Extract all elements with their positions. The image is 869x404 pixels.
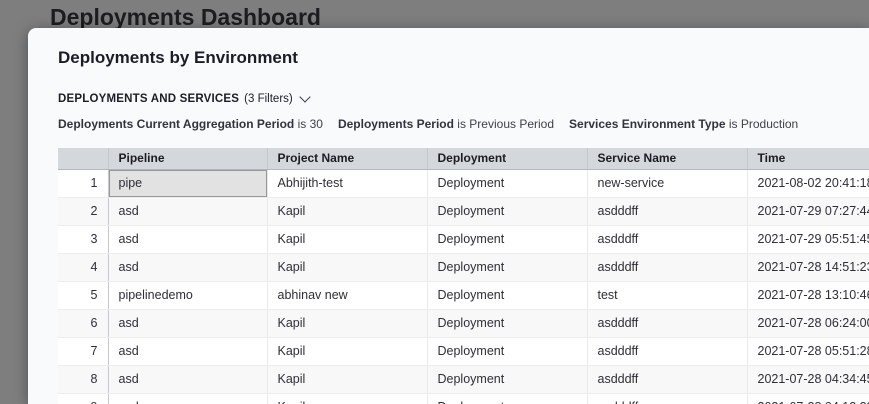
column-header-service-name[interactable]: Service Name (587, 148, 747, 169)
cell-time[interactable]: 2021-07-28 14:51:23 (747, 253, 869, 281)
cell-project[interactable]: Kapil (267, 197, 427, 225)
cell-deployment[interactable]: Deployment (427, 253, 587, 281)
cell-time[interactable]: 2021-07-28 05:51:28 (747, 337, 869, 365)
column-header-deployment[interactable]: Deployment (427, 148, 587, 169)
row-number: 9 (58, 393, 108, 404)
filter-label: Deployments Period (338, 117, 454, 131)
cell-deployment[interactable]: Deployment (427, 309, 587, 337)
background-page-title: Deployments Dashboard (50, 4, 321, 31)
cell-deployment[interactable]: Deployment (427, 365, 587, 393)
table-row: 1pipeAbhijith-testDeploymentnew-service2… (58, 169, 869, 197)
cell-time[interactable]: 2021-07-28 04:12:33 (747, 393, 869, 404)
cell-service[interactable]: asdddff (587, 253, 747, 281)
cell-deployment[interactable]: Deployment (427, 225, 587, 253)
deployments-modal: Deployments by Environment DEPLOYMENTS A… (28, 28, 869, 404)
row-number: 7 (58, 337, 108, 365)
deployments-table-container: Pipeline Project Name Deployment Service… (58, 148, 869, 404)
cell-pipeline[interactable]: pipe (108, 169, 267, 197)
cell-project[interactable]: Abhijith-test (267, 169, 427, 197)
filter-value: is 30 (294, 117, 323, 131)
cell-project[interactable]: Kapil (267, 393, 427, 404)
screen: { "backdrop": { "title": "Deployments Da… (0, 0, 869, 404)
filter-aggregation-period: Deployments Current Aggregation Period i… (58, 117, 323, 131)
table-row: 6asdKapilDeploymentasdddff2021-07-28 06:… (58, 309, 869, 337)
filter-value: is Previous Period (454, 117, 554, 131)
row-number: 6 (58, 309, 108, 337)
table-row: 8asdKapilDeploymentasdddff2021-07-28 04:… (58, 365, 869, 393)
table-body: 1pipeAbhijith-testDeploymentnew-service2… (58, 169, 869, 404)
cell-pipeline[interactable]: asd (108, 253, 267, 281)
cell-deployment[interactable]: Deployment (427, 337, 587, 365)
modal-title: Deployments by Environment (58, 48, 869, 68)
cell-service[interactable]: asdddff (587, 309, 747, 337)
cell-time[interactable]: 2021-08-02 20:41:18 (747, 169, 869, 197)
cell-deployment[interactable]: Deployment (427, 393, 587, 404)
active-filters: Deployments Current Aggregation Period i… (58, 117, 869, 131)
cell-pipeline[interactable]: asd (108, 337, 267, 365)
table-row: 7asdKapilDeploymentasdddff2021-07-28 05:… (58, 337, 869, 365)
row-number-header (58, 148, 108, 169)
table-header-row: Pipeline Project Name Deployment Service… (58, 148, 869, 169)
row-number: 4 (58, 253, 108, 281)
cell-time[interactable]: 2021-07-28 04:34:45 (747, 365, 869, 393)
filter-value: is Production (726, 117, 799, 131)
filter-label: Services Environment Type (569, 117, 726, 131)
cell-project[interactable]: Kapil (267, 309, 427, 337)
cell-time[interactable]: 2021-07-29 07:27:44 (747, 197, 869, 225)
cell-project[interactable]: Kapil (267, 337, 427, 365)
cell-pipeline[interactable]: asd (108, 393, 267, 404)
column-header-time[interactable]: Time (747, 148, 869, 169)
cell-deployment[interactable]: Deployment (427, 197, 587, 225)
cell-pipeline[interactable]: asd (108, 309, 267, 337)
cell-pipeline[interactable]: asd (108, 225, 267, 253)
deployments-table: Pipeline Project Name Deployment Service… (58, 148, 869, 404)
row-number: 8 (58, 365, 108, 393)
cell-service[interactable]: new-service (587, 169, 747, 197)
cell-pipeline[interactable]: pipelinedemo (108, 281, 267, 309)
cell-service[interactable]: test (587, 281, 747, 309)
table-row: 4asdKapilDeploymentasdddff2021-07-28 14:… (58, 253, 869, 281)
cell-pipeline[interactable]: asd (108, 197, 267, 225)
column-header-pipeline[interactable]: Pipeline (108, 148, 267, 169)
cell-time[interactable]: 2021-07-28 06:24:00 (747, 309, 869, 337)
filters-count: (3 Filters) (244, 93, 293, 105)
cell-project[interactable]: Kapil (267, 225, 427, 253)
cell-time[interactable]: 2021-07-29 05:51:45 (747, 225, 869, 253)
filter-label: Deployments Current Aggregation Period (58, 117, 294, 131)
row-number: 5 (58, 281, 108, 309)
table-row: 9asdKapilDeploymentasdddff2021-07-28 04:… (58, 393, 869, 404)
cell-project[interactable]: abhinav new (267, 281, 427, 309)
table-row: 2asdKapilDeploymentasdddff2021-07-29 07:… (58, 197, 869, 225)
cell-service[interactable]: asdddff (587, 365, 747, 393)
cell-time[interactable]: 2021-07-28 13:10:46 (747, 281, 869, 309)
cell-deployment[interactable]: Deployment (427, 281, 587, 309)
filters-section-toggle[interactable]: DEPLOYMENTS AND SERVICES (3 Filters) (58, 93, 309, 105)
filter-deployments-period: Deployments Period is Previous Period (338, 117, 554, 131)
cell-service[interactable]: asdddff (587, 225, 747, 253)
chevron-down-icon[interactable] (299, 91, 310, 102)
cell-service[interactable]: asdddff (587, 393, 747, 404)
row-number: 2 (58, 197, 108, 225)
cell-service[interactable]: asdddff (587, 197, 747, 225)
section-label: DEPLOYMENTS AND SERVICES (58, 93, 239, 105)
cell-deployment[interactable]: Deployment (427, 169, 587, 197)
filter-environment-type: Services Environment Type is Production (569, 117, 798, 131)
table-row: 5pipelinedemoabhinav newDeploymenttest20… (58, 281, 869, 309)
row-number: 3 (58, 225, 108, 253)
cell-pipeline[interactable]: asd (108, 365, 267, 393)
cell-service[interactable]: asdddff (587, 337, 747, 365)
column-header-project-name[interactable]: Project Name (267, 148, 427, 169)
row-number: 1 (58, 169, 108, 197)
cell-project[interactable]: Kapil (267, 253, 427, 281)
table-row: 3asdKapilDeploymentasdddff2021-07-29 05:… (58, 225, 869, 253)
cell-project[interactable]: Kapil (267, 365, 427, 393)
